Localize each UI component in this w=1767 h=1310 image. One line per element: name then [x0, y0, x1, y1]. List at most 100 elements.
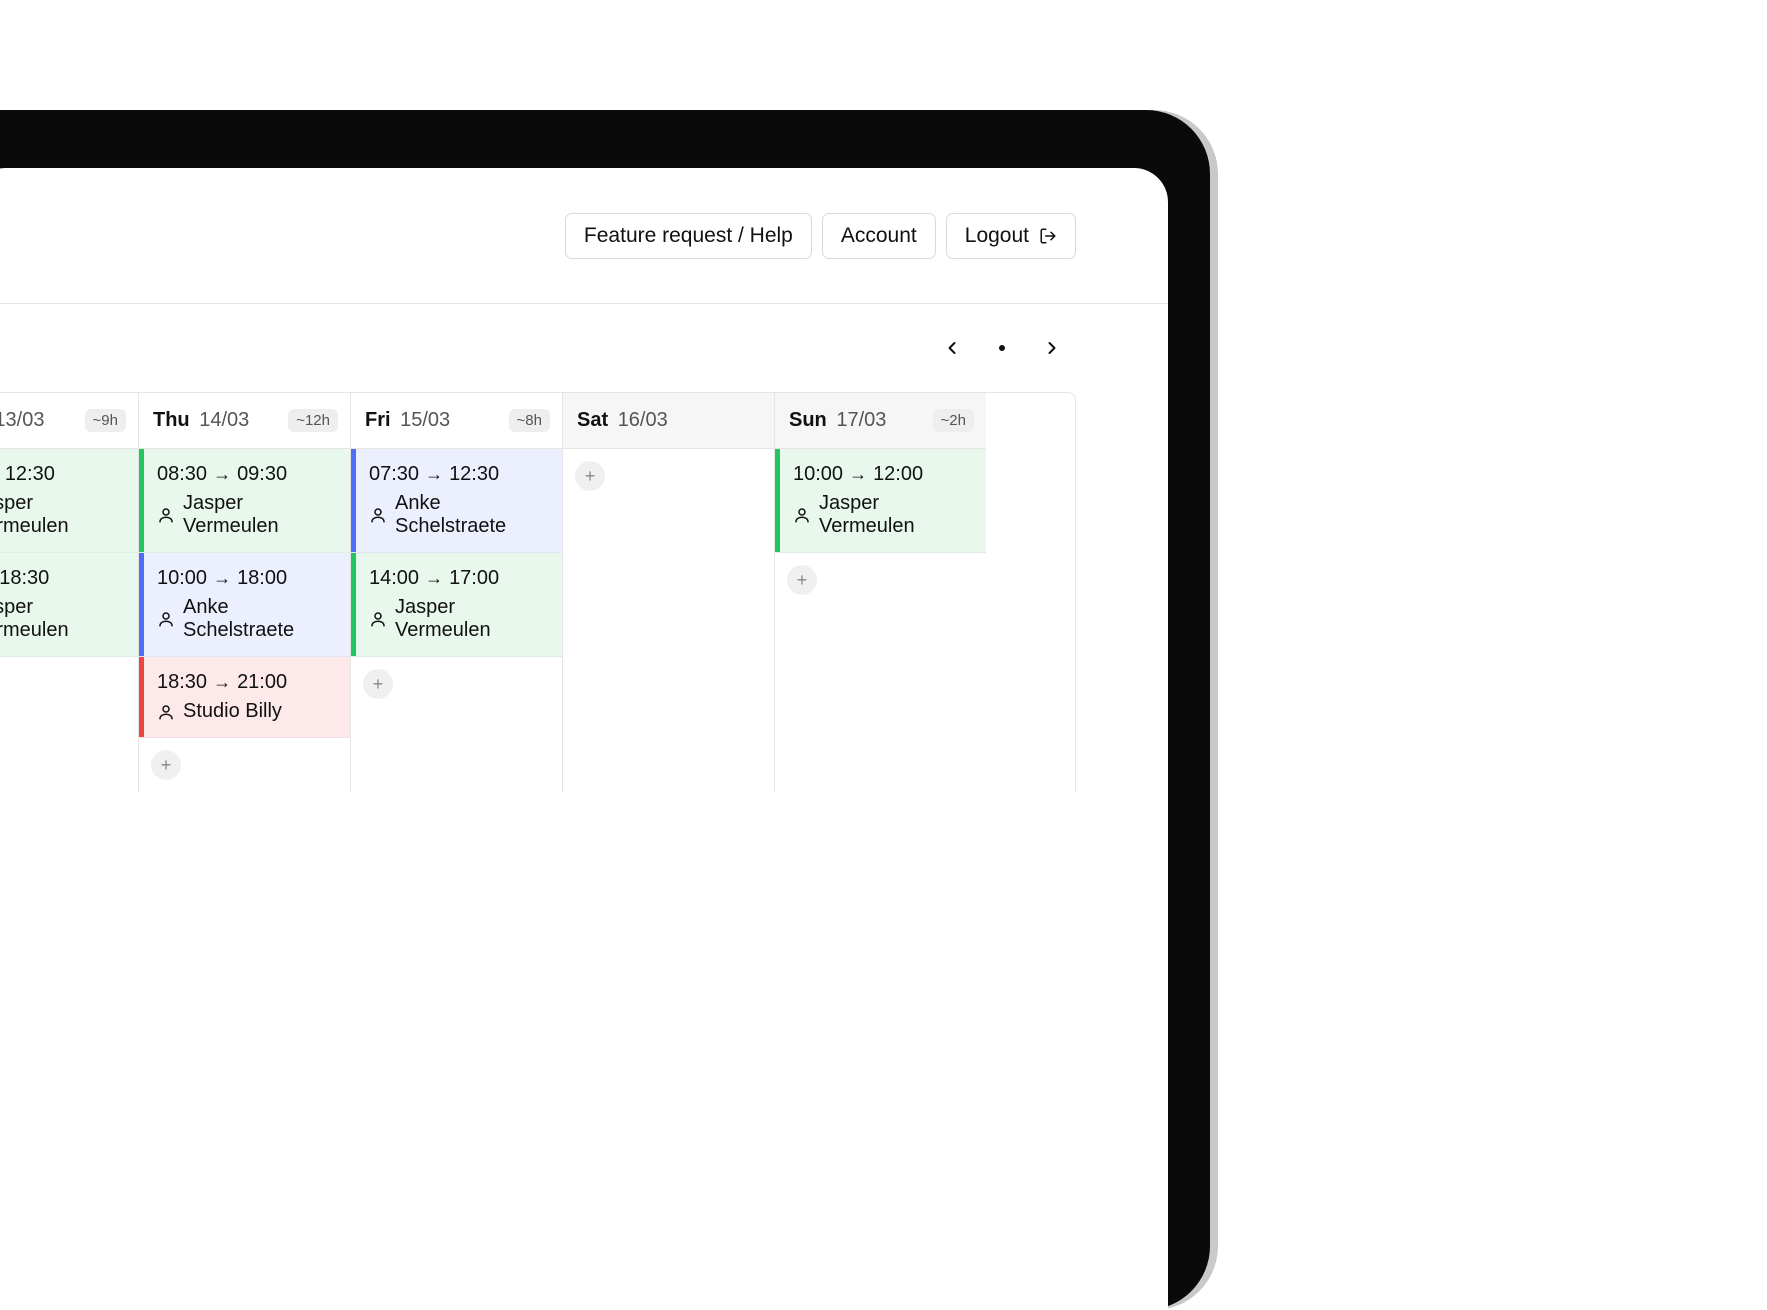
event-card[interactable]: 10:00 → 12:00 Jasper Vermeulen — [775, 449, 986, 553]
dot-icon — [999, 345, 1005, 351]
event-card[interactable]: :30→12:30 Jasper Vermeulen — [0, 449, 138, 553]
event-time: 10:00→18:00 — [157, 567, 340, 590]
plus-icon: + — [585, 466, 596, 487]
event-card[interactable]: 10:00→18:00Anke Schelstraete — [139, 553, 350, 657]
add-event-cell: + — [0, 657, 138, 711]
arrow-right-icon: → — [425, 464, 443, 485]
arrow-right-icon: → — [213, 464, 231, 485]
day-header[interactable]: Sat 16/03 — [563, 393, 774, 449]
add-event-button[interactable]: + — [575, 461, 605, 491]
event-card[interactable]: 07:30→12:30Anke Schelstraete — [351, 449, 562, 553]
logout-label: Logout — [965, 224, 1029, 248]
event-stripe — [775, 449, 780, 552]
person-icon — [157, 506, 175, 524]
day-column: Sat 16/03 + — [562, 393, 774, 792]
person-icon — [369, 610, 387, 628]
event-person: Jasper Vermeulen — [0, 492, 128, 538]
add-event-button[interactable]: + — [151, 750, 181, 780]
event-time: :30→12:30 — [0, 463, 128, 486]
add-event-cell: + — [139, 738, 350, 792]
chevron-right-icon — [1042, 338, 1062, 358]
day-header[interactable]: Wed 13/03~9h — [0, 393, 138, 449]
event-end: 17:00 — [449, 567, 499, 590]
event-card[interactable]: 14:00 → 17:00 Jasper Vermeulen — [351, 553, 562, 657]
person-name: Jasper Vermeulen — [0, 492, 128, 538]
plus-icon: + — [797, 570, 808, 591]
event-time: 08:30 → 09:30 — [157, 463, 340, 486]
arrow-right-icon: → — [213, 672, 231, 693]
event-person: Jasper Vermeulen — [793, 492, 976, 538]
day-header[interactable]: Thu 14/03~12h — [139, 393, 350, 449]
day-name: Sat — [577, 409, 608, 431]
day-column: Sun 17/03~2h 10:00 → 12:00 Jasper Vermeulen + — [774, 393, 986, 792]
event-stripe — [351, 553, 356, 656]
day-name: Fri — [365, 409, 391, 431]
account-button[interactable]: Account — [822, 213, 936, 259]
day-date: 13/03 — [0, 409, 44, 431]
event-person: Jasper Vermeulen — [157, 492, 340, 538]
day-name: Thu — [153, 409, 190, 431]
event-end: 21:00 — [237, 671, 287, 694]
event-stripe — [139, 449, 144, 552]
add-event-button[interactable]: + — [363, 669, 393, 699]
events-list: + — [563, 449, 774, 503]
logout-button[interactable]: Logout — [946, 213, 1076, 259]
arrow-right-icon: → — [425, 568, 443, 589]
day-header[interactable]: Sun 17/03~2h — [775, 393, 986, 449]
logout-icon — [1039, 227, 1057, 245]
device-frame: Feature request / Help Account Logout — [0, 110, 1210, 1310]
hours-pill: ~8h — [509, 409, 550, 432]
feature-request-button[interactable]: Feature request / Help — [565, 213, 812, 259]
today-button[interactable] — [988, 334, 1016, 362]
arrow-right-icon: → — [213, 568, 231, 589]
event-card[interactable]: 08:30 → 09:30 Jasper Vermeulen — [139, 449, 350, 553]
events-list: :30→12:30Jasper Vermeulen30→18:30Jasper … — [0, 449, 138, 711]
event-start: 08:30 — [157, 463, 207, 486]
day-column: Wed 13/03~9h:30→12:30Jasper Vermeulen30→… — [0, 393, 138, 792]
event-end: 09:30 — [237, 463, 287, 486]
event-start: 18:30 — [157, 671, 207, 694]
person-icon — [793, 506, 811, 524]
person-name: Jasper Vermeulen — [395, 596, 552, 642]
event-end: 18:00 — [237, 567, 287, 590]
hours-pill: ~2h — [933, 409, 974, 432]
event-end: 18:30 — [0, 567, 49, 590]
event-stripe — [139, 553, 144, 656]
arrow-right-icon: → — [849, 464, 867, 485]
events-list: 07:30→12:30Anke Schelstraete 14:00 → 17:00 J… — [351, 449, 562, 711]
person-name: Studio Billy — [183, 700, 282, 723]
chevron-left-icon — [942, 338, 962, 358]
plus-icon: + — [161, 755, 172, 776]
event-end: 12:00 — [873, 463, 923, 486]
person-name: Anke Schelstraete — [183, 596, 340, 642]
person-icon — [157, 610, 175, 628]
prev-week-button[interactable] — [938, 334, 966, 362]
week-nav — [0, 304, 1168, 392]
person-name: Anke Schelstraete — [395, 492, 552, 538]
feature-request-label: Feature request / Help — [584, 224, 793, 248]
device-screen: Feature request / Help Account Logout — [0, 168, 1168, 1310]
day-column: Thu 14/03~12h 08:30 → 09:30 Jasper Vermeulen… — [138, 393, 350, 792]
day-date: 14/03 — [199, 409, 249, 431]
event-start: 14:00 — [369, 567, 419, 590]
event-person: Jasper Vermeulen — [0, 596, 128, 642]
person-icon — [369, 506, 387, 524]
person-name: Jasper Vermeulen — [819, 492, 976, 538]
event-time: 10:00 → 12:00 — [793, 463, 976, 486]
calendar-grid: Wed 13/03~9h:30→12:30Jasper Vermeulen30→… — [0, 392, 1076, 792]
day-header[interactable]: Fri 15/03 ~8h — [351, 393, 562, 449]
event-start: 10:00 — [793, 463, 843, 486]
add-event-button[interactable]: + — [787, 565, 817, 595]
person-name: Jasper Vermeulen — [183, 492, 340, 538]
next-week-button[interactable] — [1038, 334, 1066, 362]
day-date: 15/03 — [400, 409, 450, 431]
event-card[interactable]: 18:30 → 21:00 Studio Billy — [139, 657, 350, 738]
event-time: 14:00 → 17:00 — [369, 567, 552, 590]
events-list: 08:30→09:30Jasper Vermeulen10:00→18:00An… — [139, 449, 350, 792]
calendar-wrap: Wed 13/03~9h:30→12:30Jasper Vermeulen30→… — [0, 392, 1168, 1310]
event-card[interactable]: 30→18:30Jasper Vermeulen — [0, 553, 138, 657]
event-person: Studio Billy — [157, 700, 340, 723]
plus-icon: + — [373, 674, 384, 695]
add-event-cell: + — [563, 449, 774, 503]
day-date: 16/03 — [618, 409, 668, 431]
